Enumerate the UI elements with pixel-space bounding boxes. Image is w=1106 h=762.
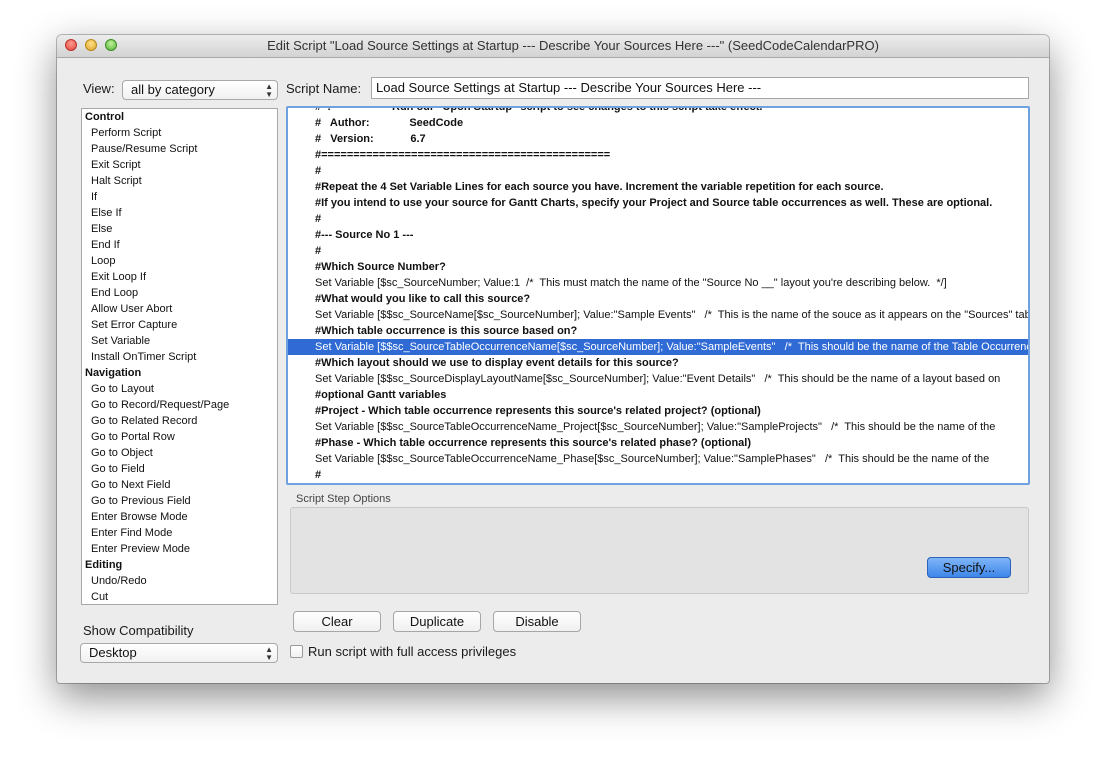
script-line[interactable]: # — [288, 467, 1028, 483]
step-item[interactable]: Install OnTimer Script — [82, 349, 277, 365]
script-line[interactable]: #Which table occurrence is this source b… — [288, 323, 1028, 339]
minimize-window-button[interactable] — [85, 39, 97, 51]
step-item[interactable]: Go to Layout — [82, 381, 277, 397]
step-item[interactable]: Go to Object — [82, 445, 277, 461]
script-line[interactable]: #Which Source Number? — [288, 259, 1028, 275]
script-line[interactable]: # : Run our "Upon Startup" script to see… — [288, 108, 1028, 115]
script-step-options-box: Specify... — [290, 507, 1029, 594]
view-popup-value: all by category — [131, 82, 215, 97]
step-item[interactable]: Perform Script — [82, 125, 277, 141]
script-line-selected[interactable]: Set Variable [$$sc_SourceTableOccurrence… — [288, 339, 1028, 355]
script-line[interactable]: # — [288, 243, 1028, 259]
step-item[interactable]: Halt Script — [82, 173, 277, 189]
script-line[interactable]: #Phase - Which table occurrence represen… — [288, 435, 1028, 451]
step-item[interactable]: Go to Record/Request/Page — [82, 397, 277, 413]
step-item[interactable]: If — [82, 189, 277, 205]
step-item[interactable]: End Loop — [82, 285, 277, 301]
show-compatibility-label: Show Compatibility — [83, 623, 194, 638]
popup-arrows-icon: ▲ ▼ — [265, 82, 273, 99]
title-bar[interactable]: Edit Script "Load Source Settings at Sta… — [57, 35, 1049, 58]
script-line[interactable]: Set Variable [$$sc_SourceTableOccurrence… — [288, 419, 1028, 435]
window-title: Edit Script "Load Source Settings at Sta… — [267, 38, 879, 53]
full-access-checkbox[interactable] — [290, 645, 303, 658]
script-name-field[interactable]: Load Source Settings at Startup --- Desc… — [371, 77, 1029, 99]
script-line[interactable]: # — [288, 211, 1028, 227]
step-item[interactable]: Go to Previous Field — [82, 493, 277, 509]
script-line[interactable]: #optional Gantt variables — [288, 387, 1028, 403]
step-category: Editing — [85, 559, 123, 571]
step-item[interactable]: Set Error Capture — [82, 317, 277, 333]
script-line[interactable]: #What would you like to call this source… — [288, 291, 1028, 307]
script-line[interactable]: # Version: 6.7 — [288, 131, 1028, 147]
script-line[interactable]: #Which layout should we use to display e… — [288, 355, 1028, 371]
script-line[interactable]: Set Variable [$$sc_SourceDisplayLayoutNa… — [288, 371, 1028, 387]
step-item[interactable]: Allow User Abort — [82, 301, 277, 317]
step-item[interactable]: Loop — [82, 253, 277, 269]
edit-script-window: Edit Script "Load Source Settings at Sta… — [57, 35, 1049, 683]
step-item[interactable]: Enter Find Mode — [82, 525, 277, 541]
view-popup[interactable]: all by category ▲ ▼ — [122, 80, 278, 100]
step-category: Control — [85, 111, 125, 123]
script-editor[interactable]: # : Run our "Upon Startup" script to see… — [286, 106, 1030, 485]
specify-button[interactable]: Specify... — [927, 557, 1011, 578]
step-item[interactable]: Enter Browse Mode — [82, 509, 277, 525]
close-window-button[interactable] — [65, 39, 77, 51]
script-line[interactable]: Set Variable [$$sc_SourceTableOccurrence… — [288, 451, 1028, 467]
step-item[interactable]: Else — [82, 221, 277, 237]
script-lines: # : Run our "Upon Startup" script to see… — [288, 108, 1028, 483]
script-line[interactable]: #Project - Which table occurrence repres… — [288, 403, 1028, 419]
step-item[interactable]: Go to Related Record — [82, 413, 277, 429]
zoom-window-button[interactable] — [105, 39, 117, 51]
compatibility-popup-value: Desktop — [89, 645, 137, 660]
full-access-label: Run script with full access privileges — [308, 644, 517, 659]
disable-button[interactable]: Disable — [493, 611, 581, 632]
step-item[interactable]: End If — [82, 237, 277, 253]
script-line[interactable]: #--- Source No 1 --- — [288, 227, 1028, 243]
step-item[interactable]: Exit Script — [82, 157, 277, 173]
step-item[interactable]: Else If — [82, 205, 277, 221]
step-item[interactable]: Exit Loop If — [82, 269, 277, 285]
script-line[interactable]: # — [288, 163, 1028, 179]
compatibility-popup[interactable]: Desktop ▲ ▼ — [80, 643, 278, 663]
script-line[interactable]: Set Variable [$$sc_SourceName[$sc_Source… — [288, 307, 1028, 323]
step-item[interactable]: Set Variable — [82, 333, 277, 349]
step-category: Navigation — [85, 367, 142, 379]
script-line[interactable]: #If you intend to use your source for Ga… — [288, 195, 1028, 211]
script-step-options-label: Script Step Options — [296, 493, 391, 505]
script-line[interactable]: # Author: SeedCode — [288, 115, 1028, 131]
step-item[interactable]: Go to Next Field — [82, 477, 277, 493]
script-line[interactable]: Set Variable [$sc_SourceNumber; Value:1 … — [288, 275, 1028, 291]
step-item[interactable]: Undo/Redo — [82, 573, 277, 589]
step-item[interactable]: Go to Field — [82, 461, 277, 477]
step-item[interactable]: Cut — [82, 589, 277, 604]
popup-arrows-icon: ▲ ▼ — [265, 645, 273, 662]
script-line[interactable]: #=======================================… — [288, 147, 1028, 163]
step-item[interactable]: Go to Portal Row — [82, 429, 277, 445]
script-line[interactable]: #Repeat the 4 Set Variable Lines for eac… — [288, 179, 1028, 195]
view-label: View: — [83, 81, 115, 96]
duplicate-button[interactable]: Duplicate — [393, 611, 481, 632]
clear-button[interactable]: Clear — [293, 611, 381, 632]
script-name-label: Script Name: — [286, 81, 362, 96]
script-steps-list[interactable]: Control Perform Script Pause/Resume Script… — [81, 108, 278, 605]
step-item[interactable]: Enter Preview Mode — [82, 541, 277, 557]
step-item[interactable]: Pause/Resume Script — [82, 141, 277, 157]
